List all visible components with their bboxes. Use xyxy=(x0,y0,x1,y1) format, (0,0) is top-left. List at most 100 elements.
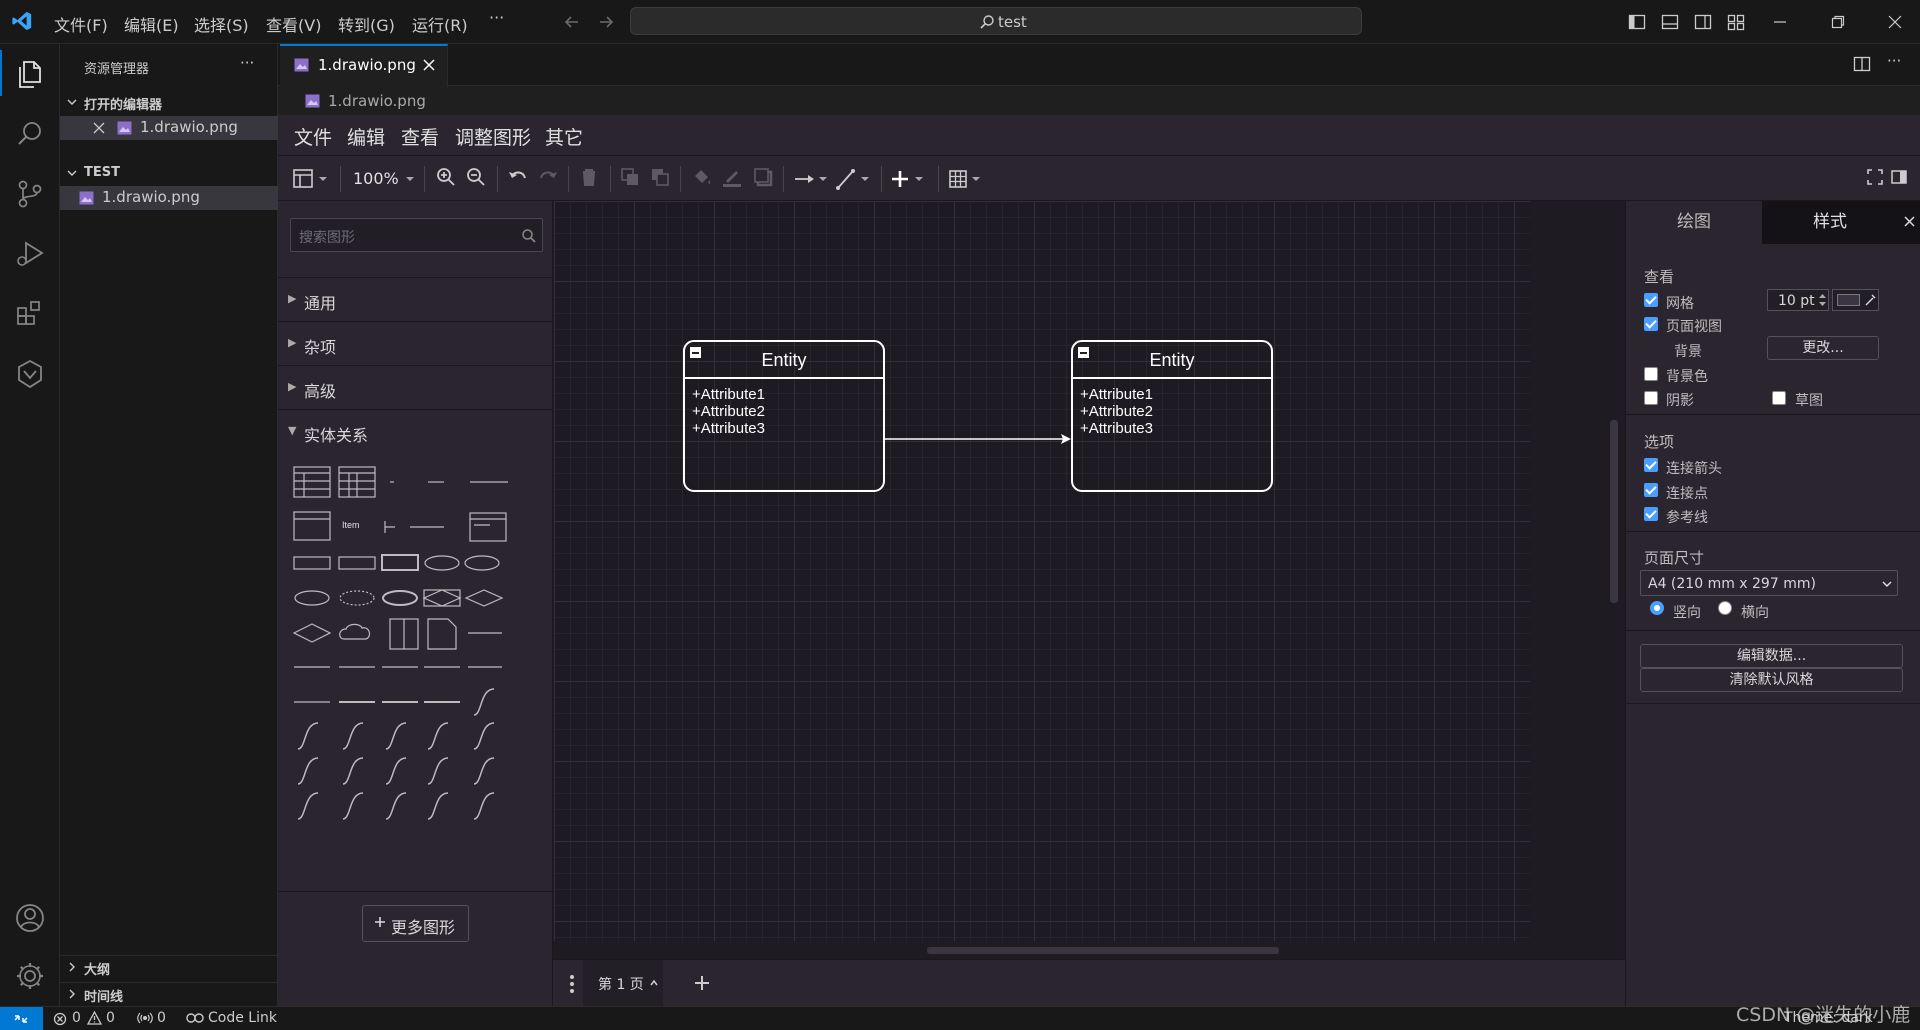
shape-attribute-2[interactable] xyxy=(464,555,500,571)
horizontal-scrollbar[interactable] xyxy=(927,947,1279,954)
connection-style-icon[interactable] xyxy=(793,166,833,192)
menu-go[interactable]: 转到(G) xyxy=(338,12,395,36)
shape-item[interactable]: Item xyxy=(342,520,360,530)
toggle-primary-sidebar-icon[interactable] xyxy=(1628,13,1646,31)
run-debug-icon[interactable] xyxy=(12,236,48,272)
zoom-dropdown[interactable]: 100% xyxy=(353,166,415,192)
outline-header[interactable]: 大纲 xyxy=(60,955,278,978)
to-back-icon[interactable] xyxy=(649,166,671,192)
format-panel-toggle-icon[interactable] xyxy=(1890,168,1908,194)
shape-table-2[interactable] xyxy=(338,466,376,498)
minimize-icon[interactable] xyxy=(1772,14,1788,30)
source-control-icon[interactable] xyxy=(12,176,48,212)
close-window-icon[interactable] xyxy=(1887,14,1903,30)
edit-data-button[interactable]: 编辑数据... xyxy=(1640,644,1903,668)
entity-shape-2[interactable]: Entity +Attribute1 +Attribute2 +Attribut… xyxy=(1071,340,1273,492)
account-icon[interactable] xyxy=(12,900,48,936)
sketch-checkbox[interactable] xyxy=(1772,391,1786,405)
folder-header[interactable]: TEST xyxy=(60,162,278,184)
redo-icon[interactable] xyxy=(537,166,559,192)
toggle-secondary-sidebar-icon[interactable] xyxy=(1694,13,1712,31)
split-editor-icon[interactable] xyxy=(1853,55,1871,73)
warning-icon[interactable] xyxy=(87,1011,102,1025)
page-tab-1[interactable]: 第 1 页 xyxy=(583,960,663,1006)
breadcrumb-file[interactable]: 1.drawio.png xyxy=(328,92,426,110)
shape-weak-entity[interactable] xyxy=(381,554,419,571)
shape-search-input[interactable]: 搜索图形 xyxy=(290,218,543,252)
drawio-menu-extras[interactable]: 其它 xyxy=(545,123,583,150)
explorer-more-button[interactable]: ··· xyxy=(240,54,254,72)
timeline-header[interactable]: 时间线 xyxy=(60,982,278,1005)
shape-entity-alt[interactable] xyxy=(338,556,376,570)
delete-icon[interactable] xyxy=(578,166,600,192)
diagram-canvas[interactable]: Entity +Attribute1 +Attribute2 +Attribut… xyxy=(553,201,1625,959)
category-advanced[interactable]: ▶ 高级 xyxy=(278,365,553,409)
customize-layout-icon[interactable] xyxy=(1727,13,1745,31)
shape-card[interactable] xyxy=(389,618,419,650)
drawio-menu-arrange[interactable]: 调整图形 xyxy=(455,123,531,150)
connector-arrow[interactable] xyxy=(885,429,1075,449)
grid-checkbox[interactable] xyxy=(1644,293,1658,307)
shape-entity[interactable] xyxy=(293,556,331,570)
shape-cloud[interactable] xyxy=(339,623,371,640)
shape-assoc-entity[interactable] xyxy=(422,589,462,607)
landscape-radio[interactable] xyxy=(1718,601,1732,615)
pages-menu-icon[interactable] xyxy=(569,974,575,994)
more-shapes-button[interactable]: 更多图形 xyxy=(362,905,469,942)
tab-drawio-png[interactable]: 1.drawio.png xyxy=(280,44,448,87)
page-size-select[interactable]: A4 (210 mm x 297 mm) xyxy=(1640,570,1898,596)
close-icon[interactable] xyxy=(93,122,105,134)
shape-relationship[interactable] xyxy=(464,589,504,607)
fullscreen-icon[interactable] xyxy=(1866,168,1884,194)
extensions-icon[interactable] xyxy=(12,296,48,332)
fill-color-icon[interactable] xyxy=(691,166,713,192)
shape-ellipse-double[interactable] xyxy=(382,590,418,606)
grid-color-button[interactable] xyxy=(1832,289,1879,311)
menu-run[interactable]: 运行(R) xyxy=(412,12,468,36)
ports-icon[interactable] xyxy=(137,1011,153,1025)
background-color-checkbox[interactable] xyxy=(1644,367,1658,381)
tab-close-icon[interactable] xyxy=(423,59,435,71)
category-misc[interactable]: ▶ 杂项 xyxy=(278,321,553,365)
page-view-checkbox[interactable] xyxy=(1644,317,1658,331)
toggle-panel-icon[interactable] xyxy=(1661,13,1679,31)
category-entity-relation[interactable]: ▼ 实体关系 xyxy=(278,409,553,453)
code-link-label[interactable]: Code Link xyxy=(208,1010,277,1026)
table-icon[interactable] xyxy=(948,166,988,192)
add-page-icon[interactable] xyxy=(693,974,711,992)
shape-note[interactable] xyxy=(427,618,457,650)
menu-view[interactable]: 查看(V) xyxy=(266,12,321,36)
shape-key-attr[interactable] xyxy=(384,521,395,533)
command-center-search[interactable]: test xyxy=(630,7,1362,35)
change-background-button[interactable]: 更改... xyxy=(1767,336,1879,360)
back-arrow-icon[interactable] xyxy=(562,12,582,32)
canvas-page-grid[interactable]: Entity +Attribute1 +Attribute2 +Attribut… xyxy=(554,201,1530,941)
grid-size-input[interactable]: 10 pt xyxy=(1767,289,1829,311)
waypoints-icon[interactable] xyxy=(835,166,875,192)
shape-diamond[interactable] xyxy=(292,623,332,643)
remote-explorer-icon[interactable] xyxy=(12,356,48,392)
menu-edit[interactable]: 编辑(E) xyxy=(124,12,179,36)
drawio-menu-edit[interactable]: 编辑 xyxy=(347,123,385,150)
line-color-icon[interactable] xyxy=(721,166,743,192)
shape-table-1[interactable] xyxy=(293,466,331,498)
forward-arrow-icon[interactable] xyxy=(596,12,616,32)
drawio-menu-view[interactable]: 查看 xyxy=(401,123,439,150)
open-editor-item[interactable]: 1.drawio.png xyxy=(60,116,278,140)
portrait-radio[interactable] xyxy=(1650,601,1664,615)
shape-ellipse-dashed[interactable] xyxy=(339,590,375,606)
open-editors-header[interactable]: 打开的编辑器 xyxy=(60,91,278,113)
errors-icon[interactable] xyxy=(53,1012,67,1026)
shadow-icon[interactable] xyxy=(752,166,774,192)
drawio-menu-file[interactable]: 文件 xyxy=(294,123,332,150)
to-front-icon[interactable] xyxy=(619,166,641,192)
shadow-checkbox[interactable] xyxy=(1644,391,1658,405)
shape-frame[interactable] xyxy=(469,512,507,542)
zoom-out-icon[interactable] xyxy=(465,166,487,192)
explorer-icon[interactable] xyxy=(12,56,48,92)
file-item[interactable]: 1.drawio.png xyxy=(60,186,278,210)
settings-gear-icon[interactable] xyxy=(12,958,48,994)
restore-icon[interactable] xyxy=(1830,14,1846,30)
panel-close-area[interactable] xyxy=(1898,201,1920,244)
stepper-icon[interactable] xyxy=(1818,292,1827,308)
